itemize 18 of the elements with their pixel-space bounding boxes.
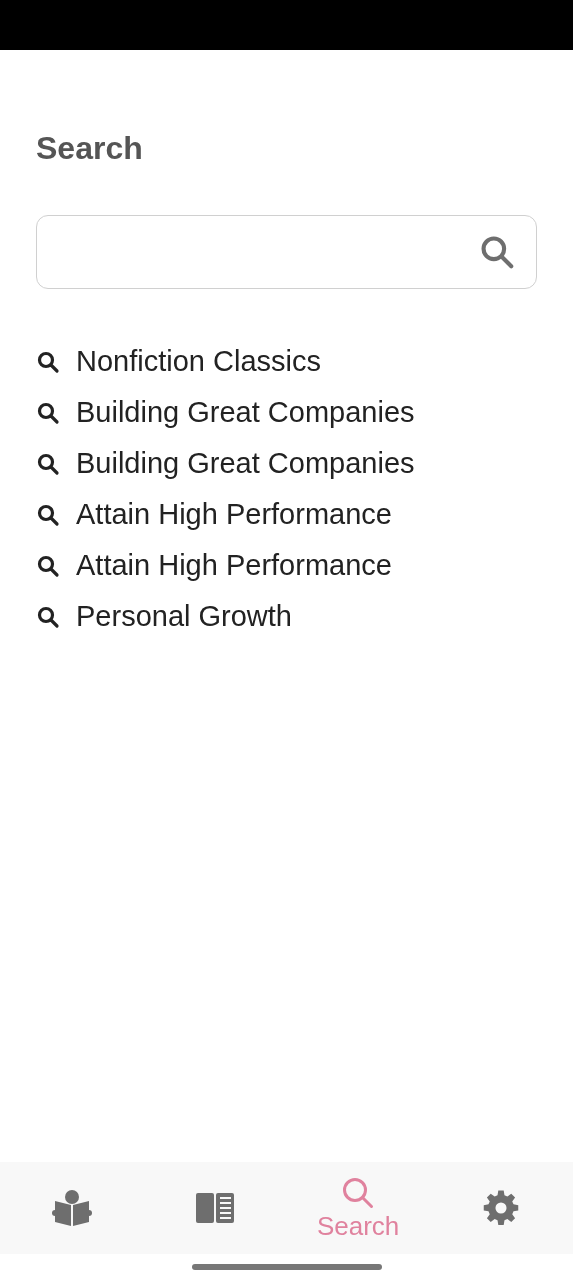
search-field[interactable]: [36, 215, 537, 289]
search-icon: [36, 604, 60, 629]
history-item[interactable]: Attain High Performance: [76, 498, 392, 531]
search-icon: [36, 502, 60, 527]
search-icon: [36, 400, 60, 425]
search-icon: [36, 451, 60, 476]
page-title: Search: [36, 130, 144, 167]
search-icon: [36, 349, 60, 374]
settings-icon: [482, 1189, 521, 1227]
search-icon: [478, 233, 516, 271]
reader-icon: [51, 1189, 92, 1227]
history-item[interactable]: Building Great Companies: [76, 447, 415, 480]
search-icon: [36, 553, 60, 578]
history-item[interactable]: Building Great Companies: [76, 396, 415, 429]
history-item[interactable]: Personal Growth: [76, 600, 292, 633]
history-item[interactable]: Nonfiction Classics: [76, 345, 321, 378]
book-icon: [195, 1193, 234, 1223]
history-item[interactable]: Attain High Performance: [76, 549, 392, 582]
